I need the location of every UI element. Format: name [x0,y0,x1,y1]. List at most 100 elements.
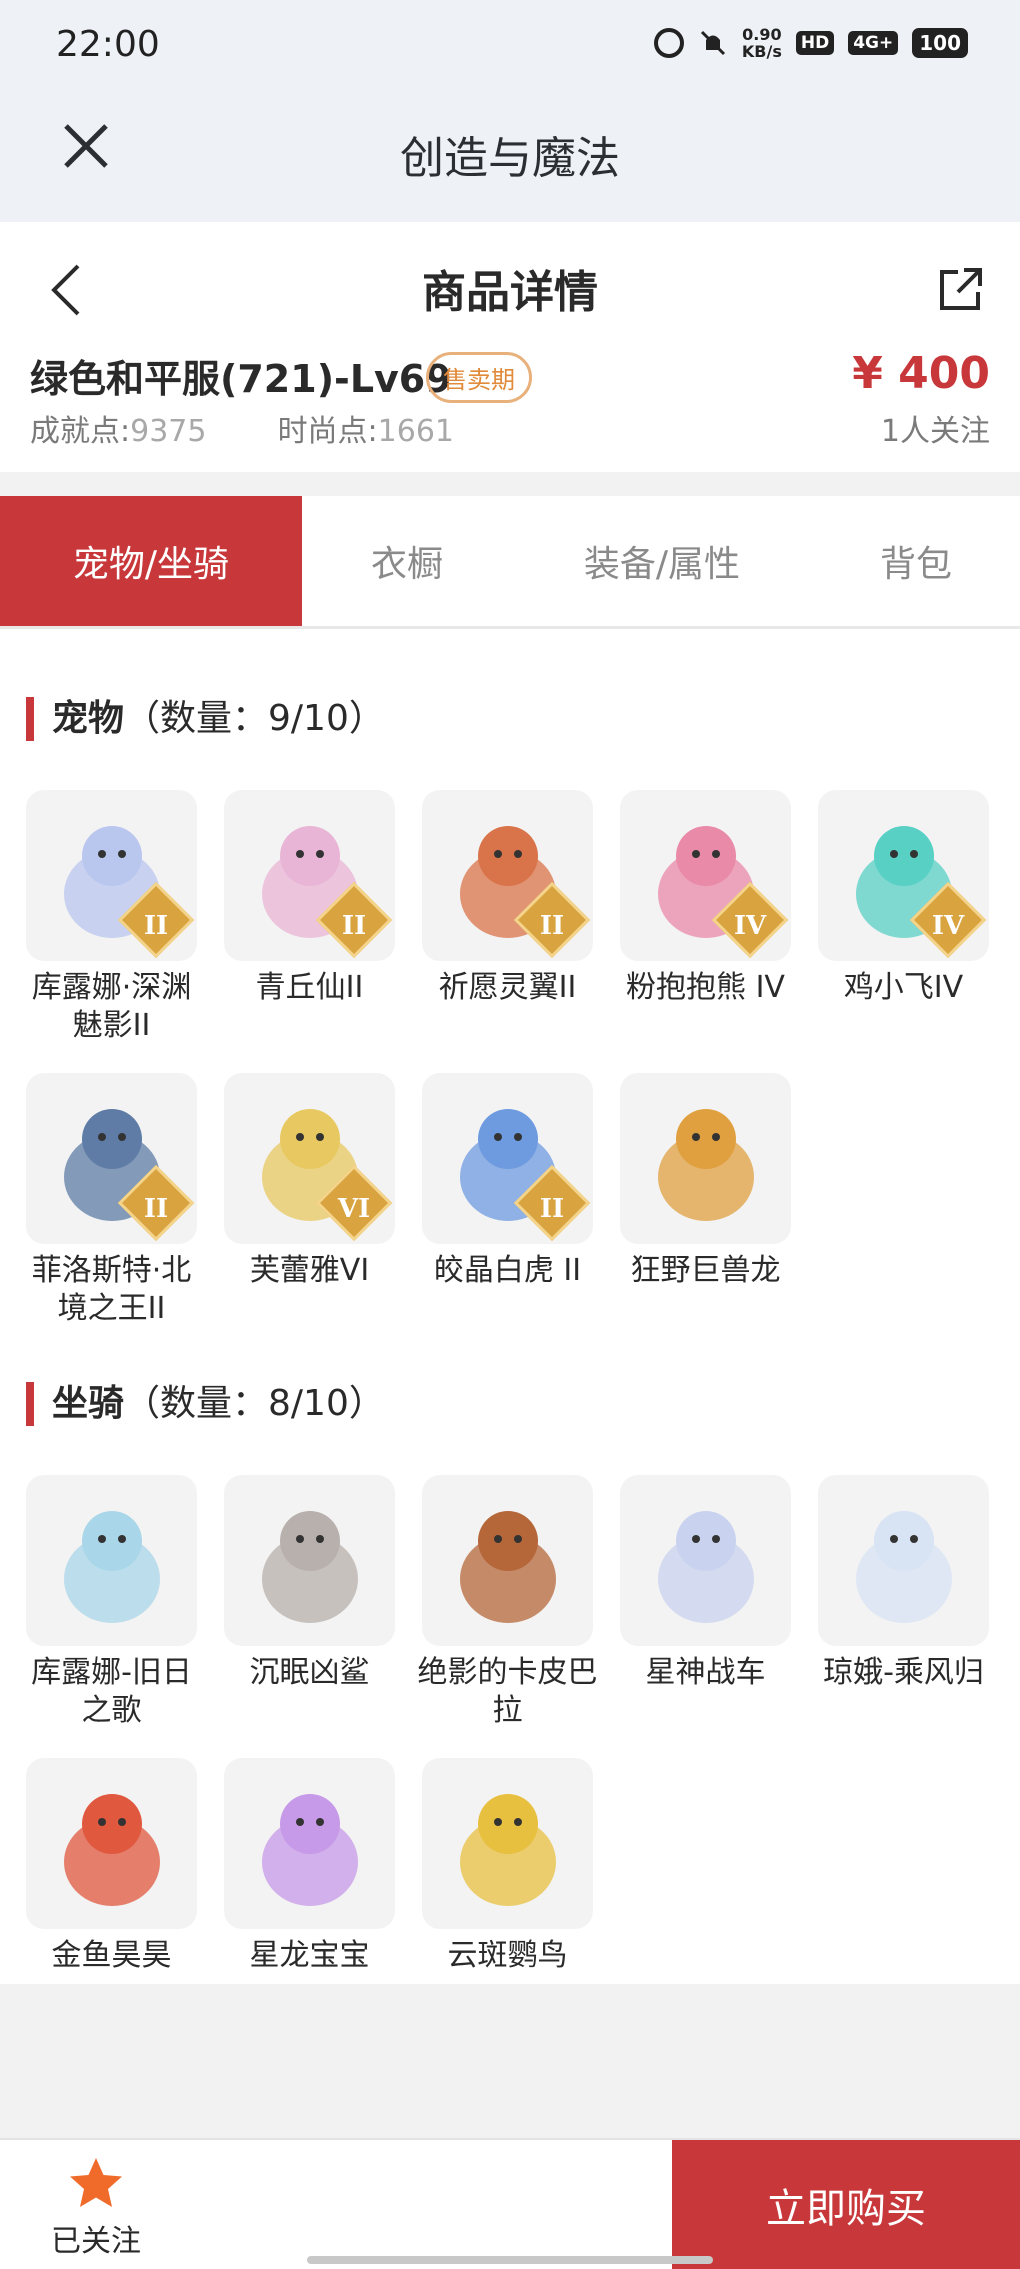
item-card[interactable]: II 菲洛斯特·北境之王II [26,1073,197,1328]
star-steed-icon [657,1510,754,1623]
item-name-label: 菲洛斯特·北境之王II [31,1253,192,1326]
fashion-label: 时尚点: [277,414,378,449]
status-time: 22:00 [56,24,160,65]
mounts-section-title: 坐骑（数量：8/10） [26,1382,385,1426]
capybara-icon [459,1510,556,1623]
page-title: 商品详情 [422,267,598,318]
item-name-label: 金鱼昊昊 [51,1938,172,1973]
share-button[interactable] [936,264,986,314]
status-icons: 0.90 KB/s HD 4G+ 100 [653,25,968,61]
battery-indicator: 100 [912,28,968,58]
item-name-label: 库露娜-旧日之歌 [31,1655,192,1728]
item-thumbnail [224,1758,395,1929]
shark-icon [261,1510,358,1623]
item-name-label: 星龙宝宝 [249,1938,370,1973]
pets-section-title: 宠物（数量：9/10） [26,697,385,741]
follow-label: 已关注 [51,2224,141,2259]
item-thumbnail [818,1475,989,1646]
tier-label: II [539,1194,565,1224]
item-name-label: 粉抱抱熊 IV [626,970,785,1005]
tab-wardrobe[interactable]: 衣橱 [302,496,512,626]
item-thumbnail: II [26,1073,197,1244]
sale-status-badge: 售卖期 [426,352,532,403]
item-name-label: 狂野巨兽龙 [630,1253,781,1288]
item-name-label: 沉眠凶鲨 [249,1655,370,1690]
alarm-icon [653,28,684,58]
achievement-label: 成就点: [30,414,131,449]
baby-dragon-icon [261,1793,358,1906]
item-card[interactable]: 云斑鹦鸟 [422,1758,593,1975]
item-thumbnail: II [224,790,395,961]
achievement-value: 9375 [130,414,207,449]
item-thumbnail [422,1475,593,1646]
item-card[interactable]: 狂野巨兽龙 [620,1073,791,1328]
item-name-label: 星神战车 [645,1655,766,1690]
tab-equipment[interactable]: 装备/属性 [512,496,812,626]
sheep-girl-icon [63,1510,160,1623]
item-thumbnail: IV [818,790,989,961]
goldfish-icon [63,1793,160,1906]
item-name-label: 库露娜·深渊魅影II [31,970,192,1043]
item-thumbnail [620,1475,791,1646]
item-card[interactable]: 沉眠凶鲨 [224,1475,395,1730]
tier-label: IV [733,911,767,941]
item-price: ¥ 400 [852,348,990,399]
item-thumbnail: II [422,790,593,961]
item-thumbnail [26,1758,197,1929]
item-thumbnail: VI [224,1073,395,1244]
item-card[interactable]: II 青丘仙II [224,790,395,1045]
mute-icon [700,30,725,56]
tier-label: IV [931,911,965,941]
pets-grid: II 库露娜·深渊魅影II II 青丘仙II II 祈愿灵翼II IV 粉抱抱熊 IV IV 鸡小… [26,790,1006,1328]
item-card[interactable]: II 库露娜·深渊魅影II [26,790,197,1045]
item-name-label: 云斑鹦鸟 [447,1938,568,1973]
item-thumbnail [224,1475,395,1646]
fashion-value: 1661 [377,414,455,449]
buy-now-button[interactable]: 立即购买 [672,2140,1020,2269]
item-thumbnail: II [26,790,197,961]
moon-maiden-icon [855,1510,952,1623]
follower-count: 1人关注 [880,414,990,449]
tab-bar: 宠物/坐骑 衣橱 装备/属性 背包 [0,496,1020,629]
app-header: 22:00 0.90 KB/s HD 4G+ 100 创造与魔法 [0,0,1020,222]
item-card[interactable]: IV 鸡小飞IV [818,790,989,1045]
tier-label: II [539,911,565,941]
item-card[interactable]: 星龙宝宝 [224,1758,395,1975]
network-badge: 4G+ [848,31,899,55]
item-name-label: 琼娥-乘风归 [823,1655,984,1690]
hd-badge: HD [795,31,835,55]
star-icon [70,2158,122,2207]
item-thumbnail: II [422,1073,593,1244]
bottom-action-bar: 已关注 立即购买 [0,2138,1020,2269]
item-card[interactable]: 星神战车 [620,1475,791,1730]
tier-label: II [341,911,367,941]
follow-button[interactable]: 已关注 [36,2154,156,2260]
item-card[interactable]: 库露娜-旧日之歌 [26,1475,197,1730]
tab-backpack[interactable]: 背包 [812,496,1020,626]
tab-pets-mounts[interactable]: 宠物/坐骑 [0,496,302,626]
item-card[interactable]: 金鱼昊昊 [26,1758,197,1975]
item-name-label: 绝影的卡皮巴拉 [417,1655,598,1728]
app-title: 创造与魔法 [400,133,620,184]
item-card[interactable]: VI 芙蕾雅VI [224,1073,395,1328]
mounts-grid: 库露娜-旧日之歌 沉眠凶鲨 绝影的卡皮巴拉 星神战车 琼娥-乘风归金鱼昊昊 星龙宝宝 云斑鹦… [26,1475,1006,1975]
item-card[interactable]: II 皎晶白虎 II [422,1073,593,1328]
item-card[interactable]: IV 粉抱抱熊 IV [620,790,791,1045]
points-info: 成就点:9375 时尚点:1661 [30,406,454,450]
item-name-label: 青丘仙II [255,970,364,1005]
item-detail-header: 商品详情 绿色和平服(721)-Lv69 售卖期 ¥ 400 成就点:9375 … [0,222,1020,472]
item-name-label: 鸡小飞IV [843,970,964,1005]
tier-label: II [143,911,169,941]
tier-label: II [143,1194,169,1224]
network-speed: 0.90 KB/s [741,25,782,61]
item-card[interactable]: 绝影的卡皮巴拉 [418,1475,598,1730]
share-icon [940,268,982,310]
item-name-label: 祈愿灵翼II [438,970,577,1005]
tier-label: VI [337,1194,371,1224]
item-thumbnail [422,1758,593,1929]
item-name: 绿色和平服(721)-Lv69 [30,357,452,401]
home-indicator [307,2256,713,2264]
item-card[interactable]: II 祈愿灵翼II [422,790,593,1045]
item-card[interactable]: 琼娥-乘风归 [818,1475,989,1730]
item-name-label: 皎晶白虎 II [433,1253,582,1288]
